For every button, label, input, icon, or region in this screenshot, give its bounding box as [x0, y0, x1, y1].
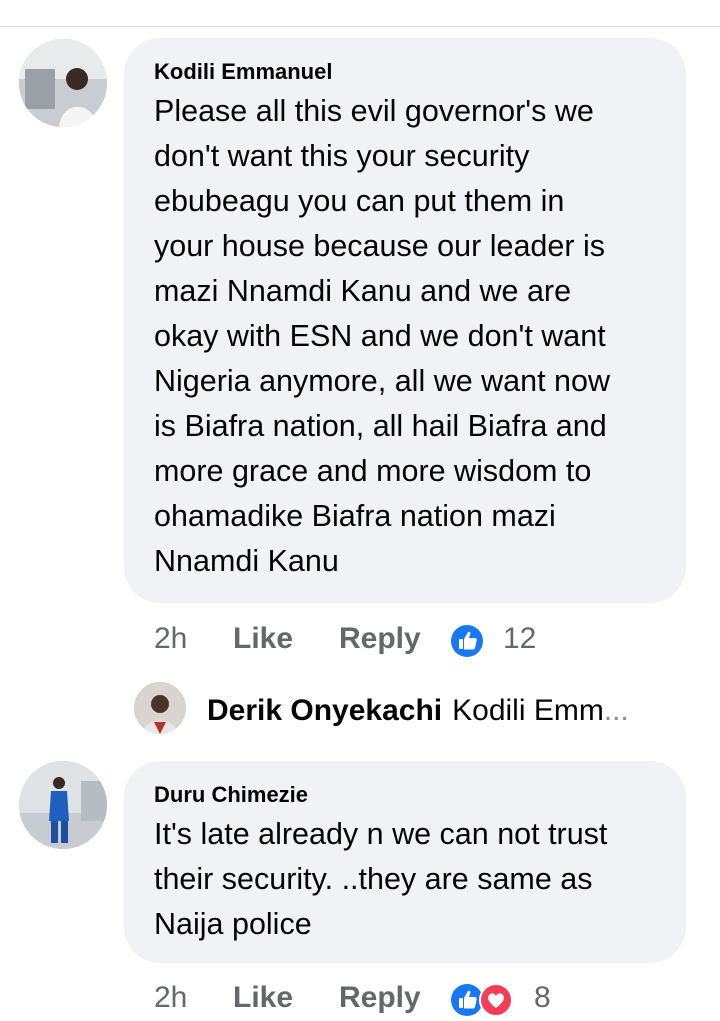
avatar-photo — [19, 761, 107, 849]
reply-author[interactable]: Derik Onyekachi — [207, 694, 442, 727]
comment-text: Please all this evil governor's we don't… — [154, 89, 610, 584]
avatar[interactable] — [134, 682, 186, 734]
reply-preview-ellipsis: ... — [603, 694, 629, 727]
comment-line: Nigeria anymore, all we want now — [154, 364, 611, 398]
comment-line: It's late already n we can not trust — [154, 817, 608, 851]
comment-author[interactable]: Duru Chimezie — [154, 782, 308, 808]
reaction-count[interactable]: 12 — [503, 622, 536, 656]
avatar[interactable] — [19, 39, 107, 127]
comment-line: Nnamdi Kanu — [154, 544, 339, 578]
comment-line: ebubeagu you can put them in — [154, 184, 565, 218]
comment-line: is Biafra nation, all hail Biafra and — [154, 409, 607, 443]
comment-actions: 2h Like Reply 12 — [154, 622, 574, 662]
avatar-photo — [19, 39, 107, 127]
reply-preview-text: Kodili Emm — [452, 694, 604, 727]
comment-line: Please all this evil governor's we — [154, 94, 594, 128]
comment-line: your house because our leader is — [154, 229, 606, 263]
like-icon[interactable] — [450, 624, 484, 658]
comment-line: their security. ..they are same as — [154, 862, 593, 896]
comment-line: more grace and more wisdom to — [154, 454, 592, 488]
comment-line: okay with ESN and we don't want — [154, 319, 606, 353]
reply-preview[interactable]: Derik Onyekachi Kodili Emm... — [207, 694, 629, 728]
avatar-photo — [134, 682, 186, 734]
comment-line: mazi Nnamdi Kanu and we are — [154, 274, 572, 308]
comment-timestamp[interactable]: 2h — [154, 622, 187, 656]
reply-button[interactable]: Reply — [339, 622, 421, 656]
comment-line: Naija police — [154, 907, 312, 941]
love-icon[interactable] — [479, 983, 513, 1017]
avatar[interactable] — [19, 761, 107, 849]
like-button[interactable]: Like — [233, 622, 293, 656]
comment-line: don't want this your security — [154, 139, 530, 173]
top-divider — [0, 26, 720, 27]
comment-line: ohamadike Biafra nation mazi — [154, 499, 556, 533]
comment-text: It's late already n we can not trust the… — [154, 812, 607, 947]
comment-author[interactable]: Kodili Emmanuel — [154, 59, 332, 85]
comment-actions: 2h Like Reply 8 — [154, 981, 574, 1021]
